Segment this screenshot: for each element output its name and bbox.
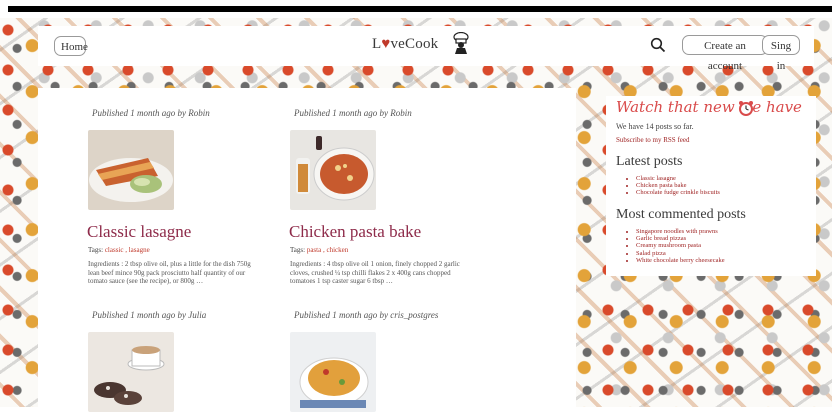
commented-post-link[interactable]: Garlic bread pizzas xyxy=(636,235,725,242)
post-title[interactable]: Classic lasagne xyxy=(87,222,191,242)
most-commented-heading: Most commented posts xyxy=(616,207,746,222)
chef-icon xyxy=(453,32,469,54)
tag-links[interactable]: pasta , chicken xyxy=(307,246,348,254)
rss-link[interactable]: Subscribe to my RSS feed xyxy=(616,136,690,144)
post-meta: Published 1 month ago by Robin xyxy=(294,108,412,118)
latest-posts-heading: Latest posts xyxy=(616,154,683,169)
pasta-dish-image[interactable] xyxy=(290,332,376,412)
biscuits-image[interactable] xyxy=(88,332,174,412)
lasagne-image[interactable] xyxy=(88,130,174,210)
sign-in-button[interactable]: Sing in xyxy=(762,35,800,72)
site-logo[interactable]: L♥veCook xyxy=(372,36,438,53)
tag-links[interactable]: classic , lasagne xyxy=(105,246,150,254)
window-top-bar xyxy=(0,0,832,13)
logo-text-rest: veCook xyxy=(390,36,439,52)
latest-post-link[interactable]: Chocolate fudge crinkle biscuits xyxy=(636,189,720,196)
tags-label: Tags: xyxy=(88,246,104,254)
commented-post-link[interactable]: Singapore noodles with prawns xyxy=(636,228,725,235)
commented-post-link[interactable]: Creamy mushroom pasta xyxy=(636,242,725,249)
post-tags: Tags: classic , lasagne xyxy=(88,246,150,254)
post-meta: Published 1 month ago by Julia xyxy=(92,310,207,320)
commented-post-link[interactable]: White chocolate berry cheesecake xyxy=(636,257,725,264)
home-button[interactable]: Home xyxy=(54,36,88,56)
post-meta: Published 1 month ago by cris_postgres xyxy=(294,310,439,320)
post-meta: Published 1 month ago by Robin xyxy=(92,108,210,118)
latest-post-link[interactable]: Chicken pasta bake xyxy=(636,182,720,189)
create-account-button[interactable]: Create an account xyxy=(682,35,768,72)
logo-text-l: L xyxy=(372,36,382,52)
most-commented-list: Singapore noodles with prawns Garlic bre… xyxy=(626,228,725,264)
latest-post-link[interactable]: Classic lasagne xyxy=(636,175,720,182)
post-description: Ingredients : 2 tbsp olive oil, plus a l… xyxy=(88,260,251,285)
posts-panel: Published 1 month ago by Robin Classic l… xyxy=(38,88,576,412)
tags-label: Tags: xyxy=(290,246,306,254)
latest-posts-list: Classic lasagne Chicken pasta bake Choco… xyxy=(626,175,720,197)
sidebar-title: Watch that new we have xyxy=(616,98,802,116)
post-tags: Tags: pasta , chicken xyxy=(290,246,348,254)
alarm-clock-icon xyxy=(739,101,753,116)
post-description: Ingredients : 4 tbsp olive oil 1 onion, … xyxy=(290,260,460,285)
post-title[interactable]: Chicken pasta bake xyxy=(289,222,421,242)
post-count: We have 14 posts so far. xyxy=(616,122,694,131)
site-header: Home L♥veCook Create an account Sing in xyxy=(38,26,814,72)
search-icon[interactable] xyxy=(650,37,666,53)
chicken-pasta-bake-image[interactable] xyxy=(290,130,376,210)
commented-post-link[interactable]: Salad pizza xyxy=(636,250,725,257)
sidebar: Watch that new we have We have 14 posts … xyxy=(606,96,816,276)
